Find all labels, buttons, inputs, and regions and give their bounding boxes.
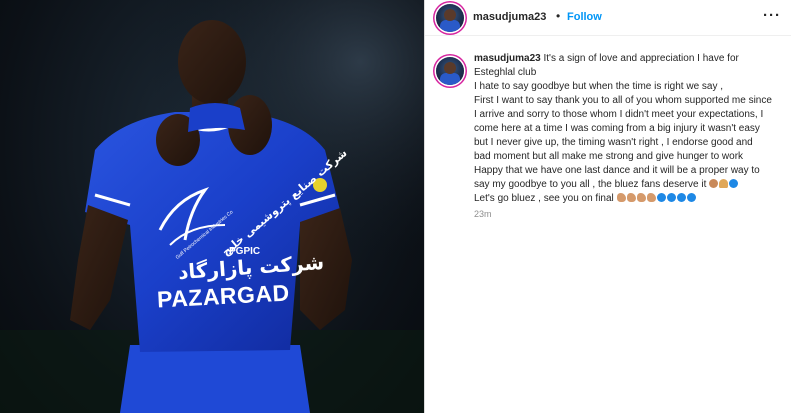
caption-line-10: say my goodbye to you all , the bluez fa… xyxy=(474,178,784,192)
blue-circle-emoji xyxy=(656,193,666,202)
flexed-biceps-emoji xyxy=(616,193,626,202)
caption-line-1: masudjuma23 It's a sign of love and appr… xyxy=(474,53,739,64)
flexed-biceps-emoji xyxy=(636,193,646,202)
flexed-biceps-emoji xyxy=(646,193,656,202)
player-illustration xyxy=(0,0,424,413)
avatar[interactable] xyxy=(436,4,464,32)
caption-username-link[interactable]: masudjuma23 xyxy=(474,53,541,64)
blue-circle-emoji xyxy=(666,193,676,202)
caption-line-5: I arrive and sorry to those whom I didn'… xyxy=(474,109,764,120)
post-photo[interactable]: شرکت صنایع پتروشیمی خلیج Gulf Petrochemi… xyxy=(0,0,424,413)
caption-line-4: First I want to say thank you to all of … xyxy=(474,95,772,106)
clap-emoji xyxy=(709,179,719,188)
caption-line-2: Esteghlal club xyxy=(474,67,537,78)
post-caption: masudjuma23 It's a sign of love and appr… xyxy=(474,52,784,206)
caption-line-11: Let's go bluez , see you on final xyxy=(474,192,784,206)
caption-line-6: come here at a time I was coming from a … xyxy=(474,123,760,134)
blue-circle-emoji xyxy=(686,193,696,202)
caption-line-7: but I never give up, the timing wasn't r… xyxy=(474,137,753,148)
more-options-icon[interactable]: ··· xyxy=(763,7,781,24)
caption-line-3: I hate to say goodbye but when the time … xyxy=(474,81,724,92)
separator-dot: • xyxy=(556,9,561,23)
blue-circle-emoji xyxy=(729,179,739,188)
post-timestamp[interactable]: 23m xyxy=(474,209,492,219)
caption-line-9: Happy that we have one last dance and it… xyxy=(474,165,760,176)
caption-line-8: bad moment but all make me strong and gi… xyxy=(474,151,744,162)
pray-emoji xyxy=(719,179,729,188)
post-header: masudjuma23 • Follow ··· xyxy=(425,0,791,36)
blue-circle-emoji xyxy=(676,193,686,202)
post-side-panel: masudjuma23 • Follow ··· masudjuma23 It'… xyxy=(424,0,791,413)
caption-avatar[interactable] xyxy=(436,57,464,85)
flexed-biceps-emoji xyxy=(626,193,636,202)
follow-button[interactable]: Follow xyxy=(567,11,602,23)
username-link[interactable]: masudjuma23 xyxy=(473,11,546,23)
